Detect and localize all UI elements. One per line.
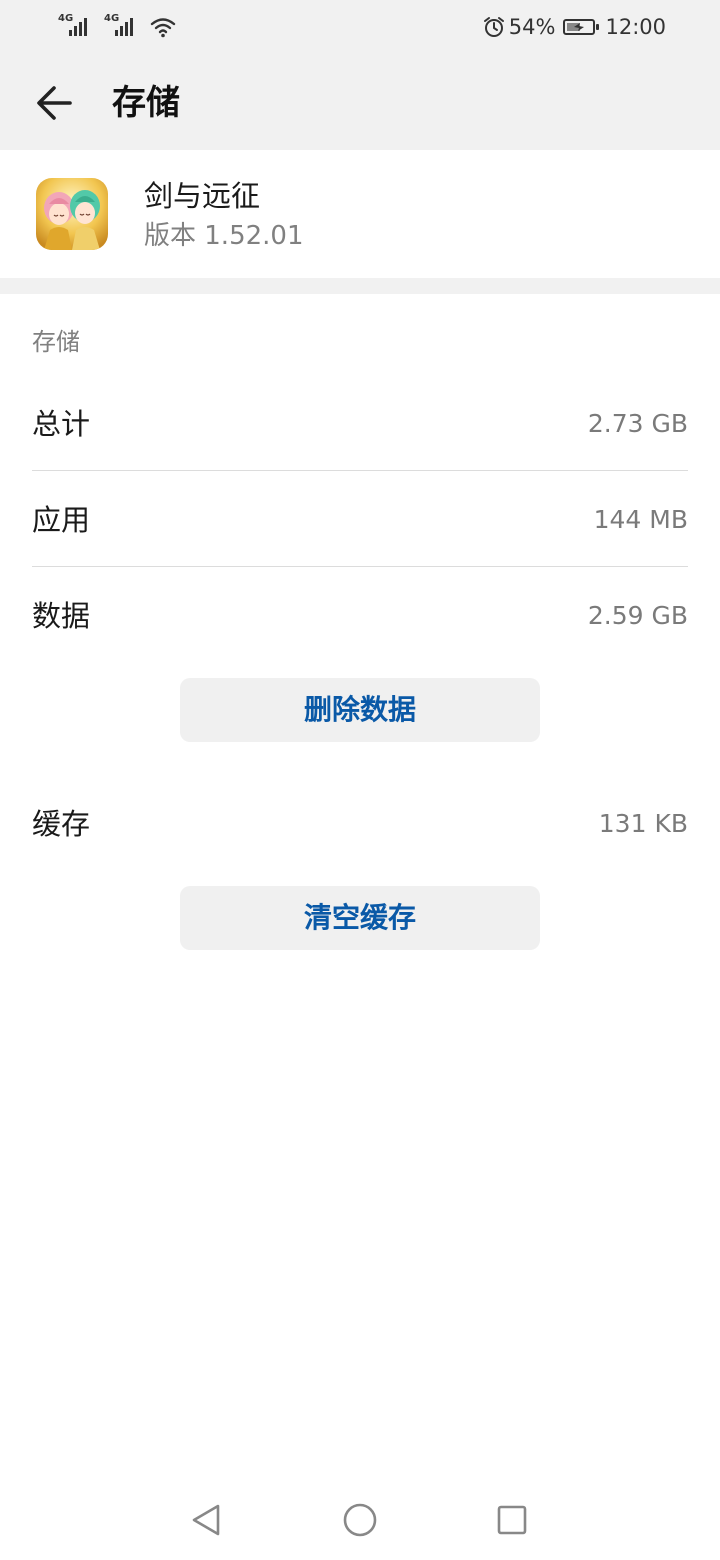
status-bar-right: 54% 12:00 bbox=[483, 12, 666, 42]
storage-row-app: 应用 144 MB bbox=[32, 472, 688, 568]
app-bar: 存储 bbox=[0, 56, 720, 150]
section-separator bbox=[0, 278, 720, 294]
section-header-storage: 存储 bbox=[32, 328, 80, 356]
app-icon bbox=[36, 178, 108, 250]
back-triangle-icon[interactable] bbox=[186, 1500, 226, 1540]
signal-icon: 4G bbox=[104, 14, 140, 38]
signal-icon: 4G bbox=[58, 14, 94, 38]
storage-row-cache: 缓存 131 KB bbox=[32, 776, 688, 872]
storage-row-total: 总计 2.73 GB bbox=[32, 376, 688, 472]
row-value: 2.73 GB bbox=[587, 409, 688, 438]
row-label: 总计 bbox=[32, 407, 91, 441]
app-version: 版本 1.52.01 bbox=[144, 221, 304, 251]
clock: 12:00 bbox=[605, 15, 666, 39]
divider bbox=[32, 470, 688, 471]
delete-data-button[interactable]: 删除数据 bbox=[180, 678, 540, 742]
recents-square-icon[interactable] bbox=[492, 1500, 532, 1540]
row-value: 131 KB bbox=[598, 809, 688, 838]
page-title: 存储 bbox=[112, 83, 180, 123]
system-navigation-bar bbox=[0, 1480, 720, 1560]
status-bar-left: 4G 4G bbox=[58, 14, 176, 38]
battery-percent: 54% bbox=[508, 15, 556, 39]
row-value: 144 MB bbox=[593, 505, 688, 534]
status-bar: 4G 4G 54% 12:00 bbox=[0, 0, 720, 56]
row-value: 2.59 GB bbox=[587, 601, 688, 630]
back-arrow-icon[interactable] bbox=[28, 76, 82, 130]
wifi-icon bbox=[150, 18, 176, 38]
battery-charging-icon bbox=[563, 19, 600, 35]
app-info-card: 剑与远征 版本 1.52.01 bbox=[0, 150, 720, 278]
row-label: 应用 bbox=[32, 503, 91, 537]
app-name: 剑与远征 bbox=[144, 179, 261, 213]
charging-bolt-icon bbox=[574, 23, 585, 31]
alarm-icon bbox=[483, 17, 504, 37]
row-label: 缓存 bbox=[32, 807, 91, 841]
row-label: 数据 bbox=[32, 599, 91, 633]
clear-cache-button[interactable]: 清空缓存 bbox=[180, 886, 540, 950]
divider bbox=[32, 566, 688, 567]
home-circle-icon[interactable] bbox=[340, 1500, 380, 1540]
storage-row-data: 数据 2.59 GB bbox=[32, 568, 688, 664]
